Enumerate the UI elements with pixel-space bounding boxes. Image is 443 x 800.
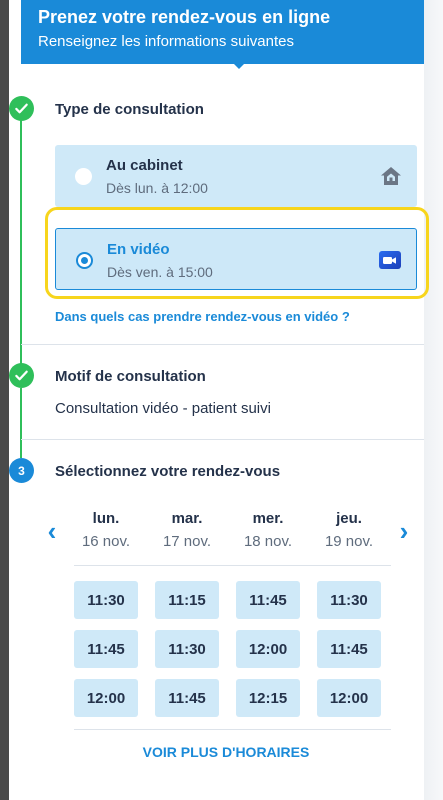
home-icon — [381, 167, 401, 185]
time-slot[interactable]: 11:45 — [236, 581, 300, 619]
calendar-divider — [74, 565, 391, 566]
time-slot[interactable]: 11:45 — [74, 630, 138, 668]
day-date: 19 nov. — [324, 533, 374, 550]
motif-value: Consultation vidéo - patient suivi — [55, 400, 271, 417]
option-availability: Dès lun. à 12:00 — [106, 180, 208, 196]
right-gutter — [424, 0, 443, 800]
time-slot[interactable]: 12:00 — [236, 630, 300, 668]
calendar-bottom-divider — [74, 729, 391, 730]
time-slot[interactable]: 12:00 — [74, 679, 138, 717]
radio-au-cabinet[interactable] — [75, 168, 92, 185]
selection-highlight — [45, 207, 429, 299]
section-divider — [21, 439, 424, 440]
chevron-left-icon[interactable]: ‹ — [43, 518, 61, 544]
check-icon — [15, 370, 28, 381]
left-edge-bar — [0, 0, 9, 800]
chevron-right-icon[interactable]: › — [395, 518, 413, 544]
time-slot[interactable]: 11:45 — [155, 679, 219, 717]
step-connector-2 — [20, 388, 22, 458]
time-slot[interactable]: 11:30 — [155, 630, 219, 668]
time-slot[interactable]: 12:00 — [317, 679, 381, 717]
step-connector-1 — [20, 119, 22, 374]
day-date: 18 nov. — [243, 533, 293, 550]
day-date: 17 nov. — [162, 533, 212, 550]
day-name: jeu. — [336, 510, 362, 527]
step-1-status — [9, 96, 34, 121]
time-slot[interactable]: 11:30 — [317, 581, 381, 619]
day-name: mar. — [171, 510, 203, 527]
time-slot[interactable]: 12:15 — [236, 679, 300, 717]
check-icon — [15, 103, 28, 114]
day-header-wed: mer. 18 nov. — [228, 510, 308, 550]
header-notch — [232, 62, 246, 69]
step-1-title: Type de consultation — [55, 101, 204, 118]
section-divider — [21, 344, 424, 345]
day-header-thu: jeu. 19 nov. — [309, 510, 389, 550]
video-help-link[interactable]: Dans quels cas prendre rendez-vous en vi… — [55, 309, 350, 324]
step-2-title: Motif de consultation — [55, 368, 206, 385]
step-2-status — [9, 363, 34, 388]
header-subtitle: Renseignez les informations suivantes — [38, 33, 294, 50]
option-title: Au cabinet — [106, 157, 183, 174]
step-3-status: 3 — [9, 458, 34, 483]
time-slot[interactable]: 11:30 — [74, 581, 138, 619]
day-name: mer. — [252, 510, 284, 527]
day-date: 16 nov. — [81, 533, 131, 550]
time-slot[interactable]: 11:45 — [317, 630, 381, 668]
header-title: Prenez votre rendez-vous en ligne — [38, 7, 331, 27]
booking-header: Prenez votre rendez-vous en ligne Rensei… — [21, 0, 424, 69]
day-header-mon: lun. 16 nov. — [66, 510, 146, 550]
booking-page: Prenez votre rendez-vous en ligne Rensei… — [9, 0, 443, 800]
day-name: lun. — [92, 510, 120, 527]
more-slots-button[interactable]: VOIR PLUS D'HORAIRES — [9, 744, 443, 760]
step-3-title: Sélectionnez votre rendez-vous — [55, 463, 281, 480]
time-slot[interactable]: 11:15 — [155, 581, 219, 619]
day-header-tue: mar. 17 nov. — [147, 510, 227, 550]
option-au-cabinet[interactable]: Au cabinet Dès lun. à 12:00 — [55, 145, 417, 207]
